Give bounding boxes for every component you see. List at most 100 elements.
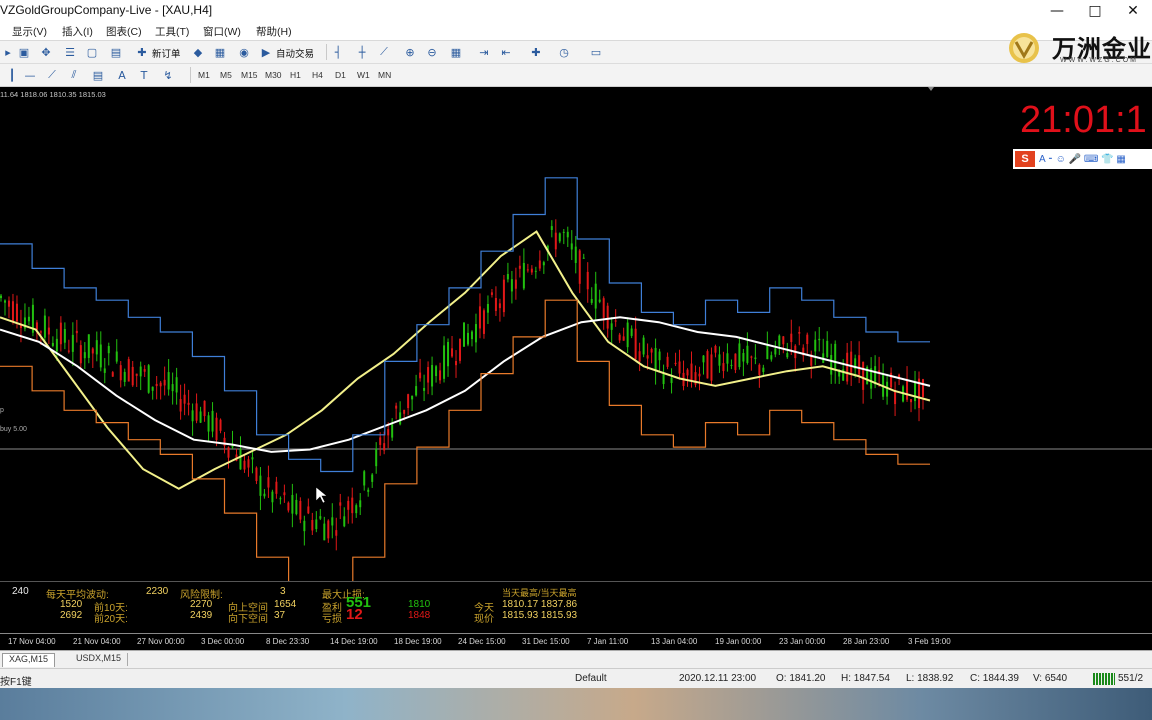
window-title: VZGoldGroupCompany-Live - [XAU,H4] [0, 3, 213, 17]
timeframe-m30[interactable]: M30 [265, 70, 282, 80]
candle-body [798, 331, 801, 334]
drawing-toolbar: ┃ — ⟋ ⫽ ▤ A T ↯ M1 M5 M15 M30 H1 H4 D1 W… [0, 64, 1152, 87]
periods-icon[interactable]: ◷ [556, 44, 572, 60]
timeframe-h4[interactable]: H4 [312, 70, 323, 80]
new-order-button[interactable]: 新订单 [152, 46, 181, 60]
timeframe-h1[interactable]: H1 [290, 70, 301, 80]
strategy-tester-icon[interactable]: ◉ [236, 44, 252, 60]
info-now-label: 现价 [474, 614, 494, 625]
menu-charts[interactable]: 图表(C) [106, 24, 142, 39]
candle-body [598, 299, 601, 302]
horizontal-line-icon[interactable]: — [22, 67, 38, 83]
navigator-icon[interactable]: ▤ [108, 44, 124, 60]
timeframe-d1[interactable]: D1 [335, 70, 346, 80]
tab-xag[interactable]: XAG,M15 [2, 653, 56, 667]
status-high: H: 1847.54 [841, 673, 890, 684]
candle-body [830, 355, 833, 375]
candle-body [271, 491, 274, 503]
zoom-out-icon[interactable]: ⊖ [424, 44, 440, 60]
candle-body [478, 306, 481, 329]
text-label-icon[interactable]: T [136, 67, 152, 83]
status-help: 按F1键 [0, 677, 32, 688]
menu-view[interactable]: 显示(V) [12, 24, 47, 39]
minimize-button[interactable]: — [1038, 0, 1076, 21]
candle-body [251, 457, 254, 460]
sogou-s-icon[interactable]: S [1015, 151, 1035, 167]
autoscroll-icon[interactable]: ⇤ [498, 44, 514, 60]
market-watch-icon[interactable]: ☰ [62, 44, 78, 60]
candle-body [451, 348, 454, 357]
status-open: O: 1841.20 [776, 673, 826, 684]
zoom-in-icon[interactable]: ⊕ [402, 44, 418, 60]
candle-body [167, 372, 170, 390]
candle-body [199, 411, 202, 423]
timeframe-w1[interactable]: W1 [357, 70, 370, 80]
candle-body [778, 335, 781, 346]
candle-body [502, 279, 505, 313]
chart-shift-icon[interactable]: ⇥ [476, 44, 492, 60]
timeframe-m1[interactable]: M1 [198, 70, 210, 80]
timeframe-mn[interactable]: MN [378, 70, 391, 80]
chart-tabs: XAG,M15 USDX,M15 [0, 650, 1152, 669]
candle-body [922, 379, 925, 397]
candle-body [63, 329, 66, 343]
new-chart-icon[interactable]: ▣ [16, 44, 32, 60]
menu-help[interactable]: 帮助(H) [256, 24, 292, 39]
candle-body [618, 334, 621, 341]
auto-trading-button[interactable]: 自动交易 [276, 46, 314, 60]
text-icon[interactable]: A [114, 67, 130, 83]
chart-shift-marker-icon[interactable] [928, 87, 934, 91]
maximize-button[interactable]: □ [1076, 0, 1114, 21]
menu-window[interactable]: 窗口(W) [203, 24, 241, 39]
info-1654: 1654 [274, 599, 297, 610]
candle-body [490, 292, 493, 295]
candle-body [447, 341, 450, 367]
candle-body [758, 364, 761, 376]
data-window-icon[interactable]: ▢ [84, 44, 100, 60]
tile-windows-icon[interactable]: ▦ [448, 44, 464, 60]
candle-body [510, 279, 513, 292]
candle-body [115, 351, 118, 362]
arrows-icon[interactable]: ↯ [160, 67, 176, 83]
fibonacci-icon[interactable]: ▤ [90, 67, 106, 83]
tab-usdx[interactable]: USDX,M15 [70, 653, 129, 666]
timeframe-m15[interactable]: M15 [241, 70, 258, 80]
dropdown-icon[interactable]: ▸ [0, 44, 16, 60]
trendline-icon[interactable]: ⟋ [44, 67, 60, 83]
candle-body [846, 352, 849, 382]
candle-body [582, 257, 585, 259]
menu-tools[interactable]: 工具(T) [155, 24, 189, 39]
candlestick-icon[interactable]: ┼ [354, 44, 370, 60]
close-button[interactable]: ✕ [1114, 0, 1152, 21]
time-axis: 17 Nov 04:00 21 Nov 04:00 27 Nov 00:00 3… [0, 633, 1152, 651]
ime-tools[interactable]: A ⁃ ☺ 🎤 ⌨ 👕 ▦ [1039, 154, 1126, 165]
broker-logo: 万洲金业 WWW.WZG.COM [1002, 26, 1152, 68]
candle-body [35, 322, 38, 330]
profiles-icon[interactable]: ✥ [38, 44, 54, 60]
auto-trading-icon[interactable]: ▶ [258, 44, 274, 60]
candle-body [443, 345, 446, 379]
metaeditor-icon[interactable]: ◆ [190, 44, 206, 60]
candle-body [279, 498, 282, 500]
terminal-icon[interactable]: ▦ [212, 44, 228, 60]
menu-insert[interactable]: 插入(I) [62, 24, 93, 39]
candle-body [135, 373, 138, 376]
new-order-icon[interactable]: ✚ [134, 44, 150, 60]
timeframe-m5[interactable]: M5 [220, 70, 232, 80]
candle-body [363, 471, 366, 486]
info-lastday-label: 当天最高/当天最高 [502, 588, 577, 598]
chart-canvas[interactable] [0, 87, 1152, 581]
candle-body [391, 424, 394, 438]
bar-chart-icon[interactable]: ┤ [330, 44, 346, 60]
candle-body [339, 502, 342, 506]
templates-icon[interactable]: ▭ [588, 44, 604, 60]
line-chart-icon[interactable]: ⟋ [376, 44, 392, 60]
candle-body [494, 297, 497, 311]
ime-toolbar[interactable]: S A ⁃ ☺ 🎤 ⌨ 👕 ▦ [1013, 149, 1152, 169]
candle-body [606, 305, 609, 329]
cursor-icon[interactable]: ┃ [4, 67, 20, 83]
candle-body [630, 328, 633, 336]
channel-icon[interactable]: ⫽ [66, 67, 82, 83]
indicators-icon[interactable]: ✚ [528, 44, 544, 60]
price-chart[interactable]: 11.64 1818.06 1810.35 1815.03 p buy 5.00… [0, 87, 1152, 581]
